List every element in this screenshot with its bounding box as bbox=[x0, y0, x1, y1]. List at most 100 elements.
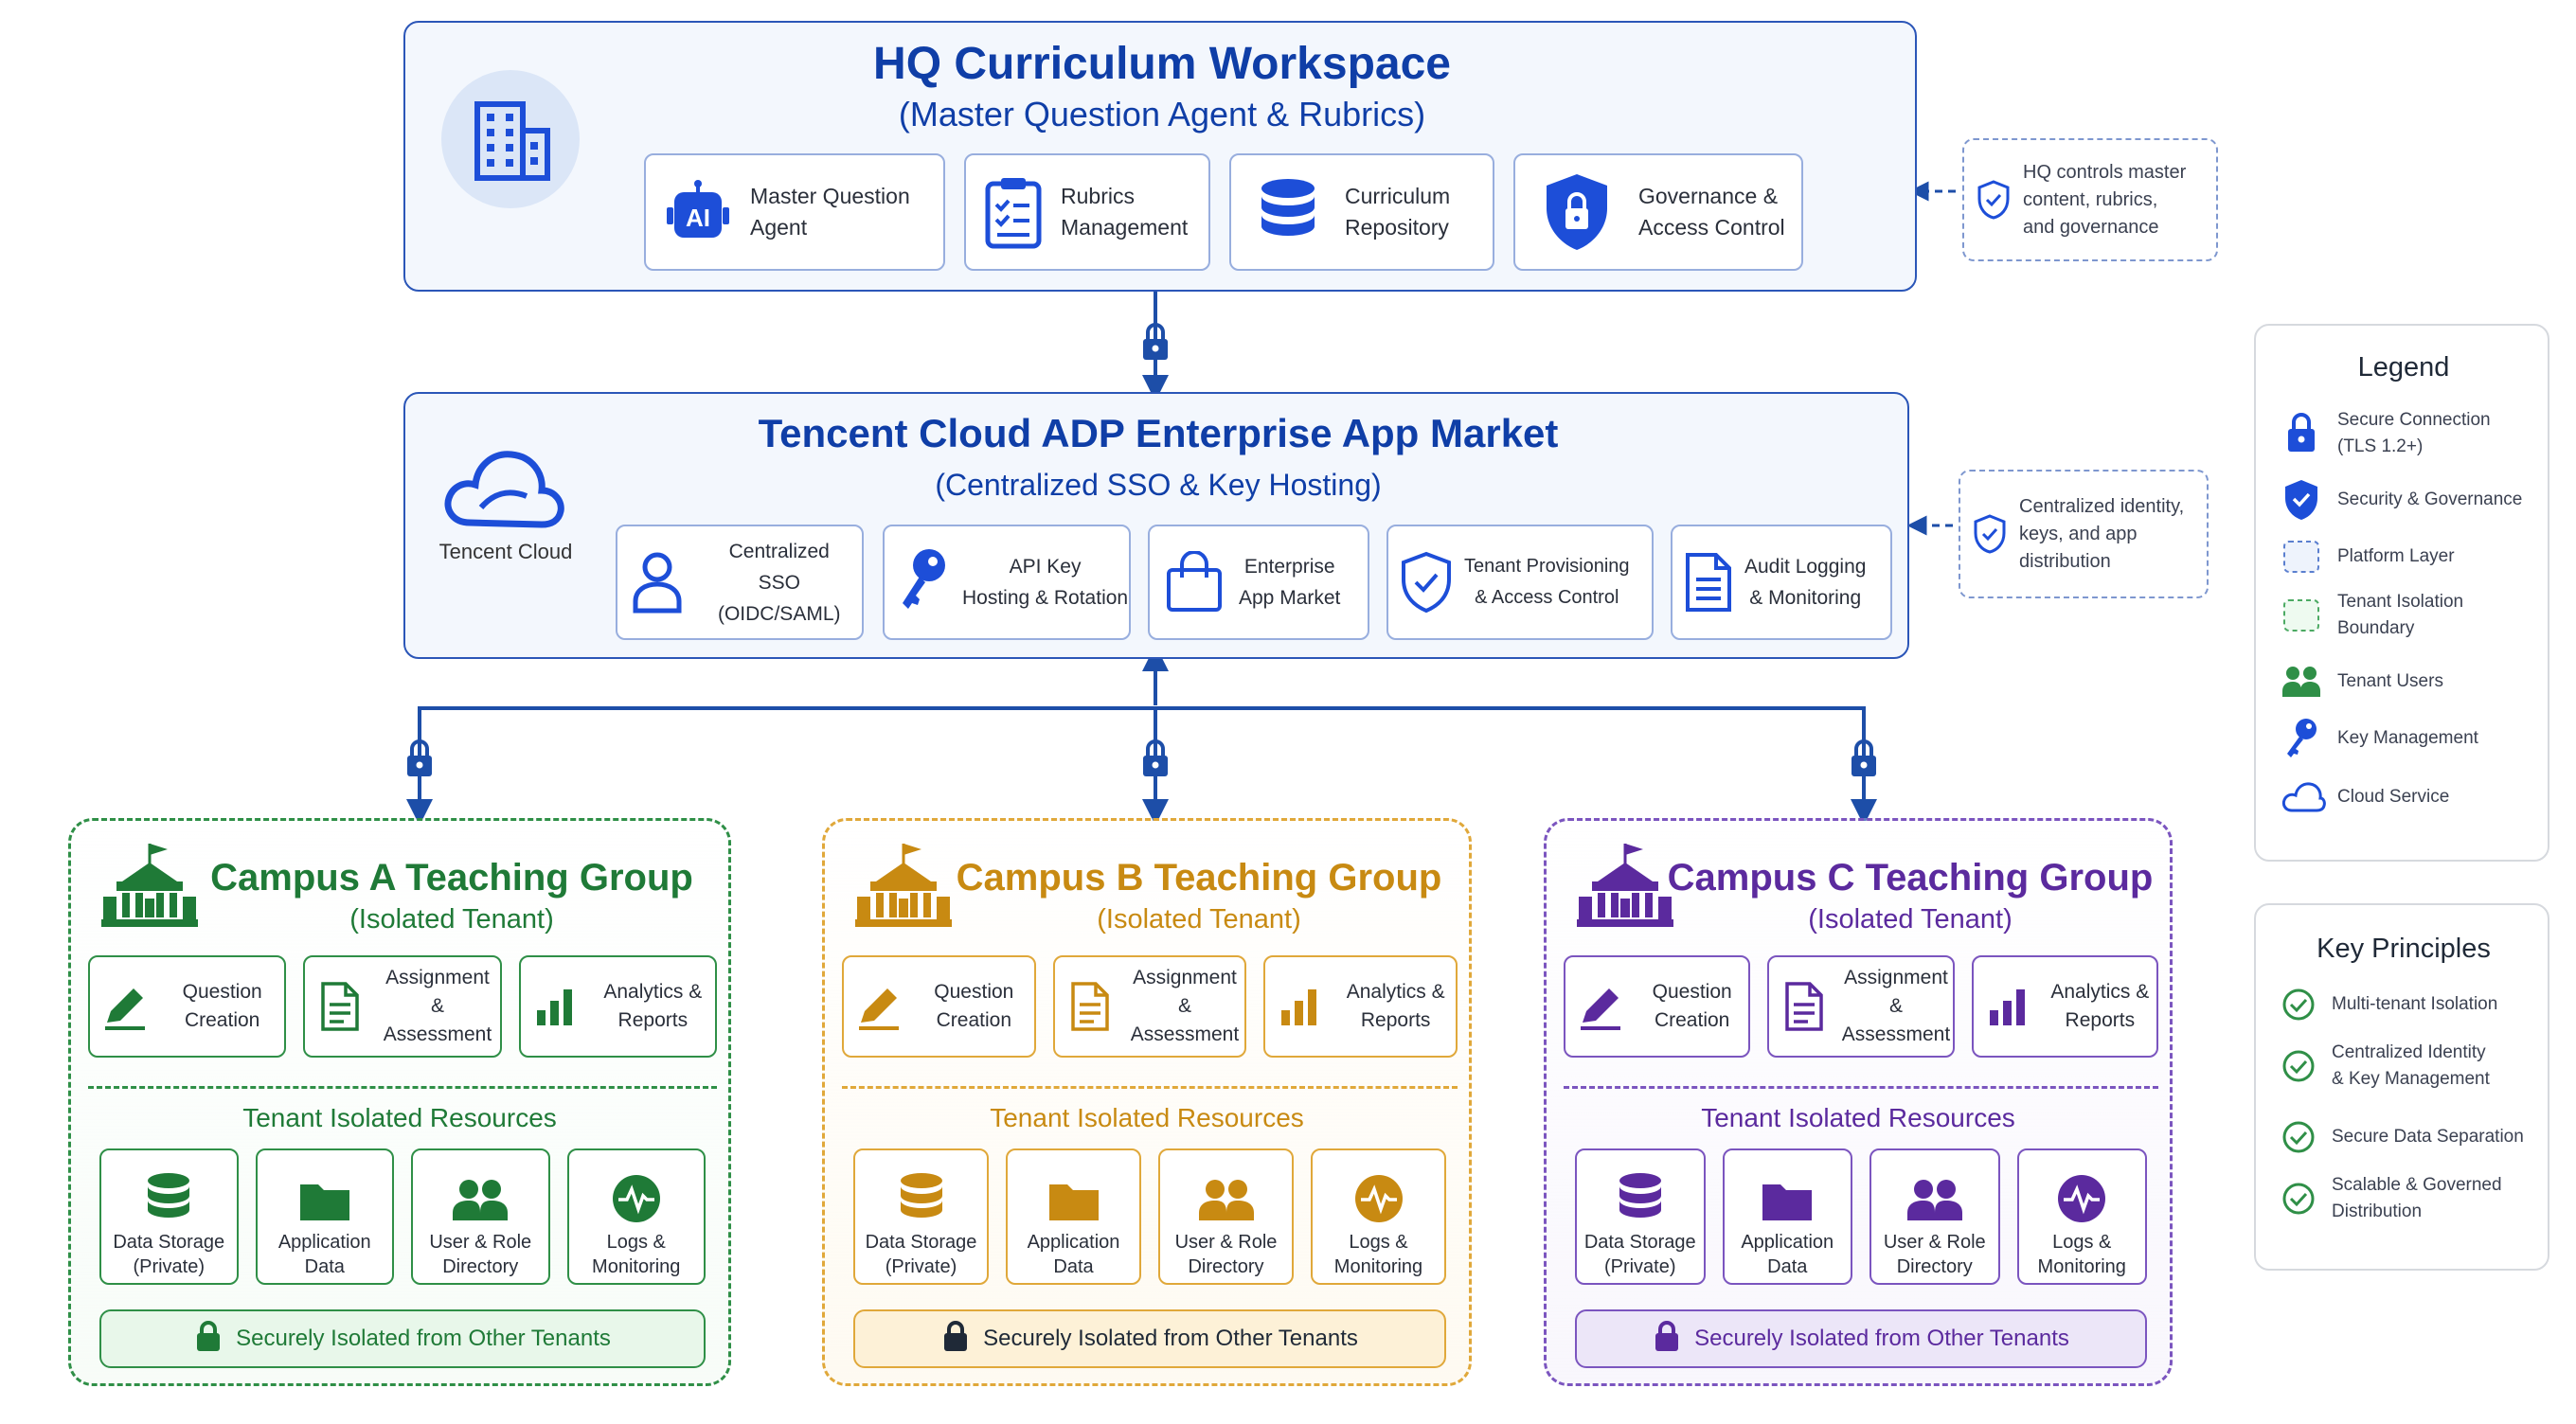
tenant-app-analytics-reports[interactable]: Analytics & Reports bbox=[1263, 955, 1458, 1058]
tenant-app-label: Question Creation bbox=[1652, 981, 1732, 1031]
tencent-cloud-label: Tencent Cloud bbox=[438, 540, 573, 563]
legend-item: Key Management bbox=[2281, 716, 2478, 761]
market-note-text: Centralized identity, keys, and app dist… bbox=[2019, 495, 2185, 572]
tenant-resource-label: Application Data bbox=[1741, 1232, 1834, 1277]
principle-label: Multi-tenant Isolation bbox=[2332, 994, 2498, 1014]
tenant-resource-user-directory[interactable]: User & Role Directory bbox=[411, 1148, 550, 1285]
legend-label: Platform Layer bbox=[2337, 546, 2455, 566]
legend-item: Cloud Service bbox=[2281, 778, 2449, 816]
tenant-resources-title: Tenant Isolated Resources bbox=[1701, 1103, 2015, 1132]
key-principles-panel: Key Principles Multi-tenant Isolation Ce… bbox=[2254, 903, 2549, 1271]
legend-panel: Legend Secure Connection (TLS 1.2+) Secu… bbox=[2254, 324, 2549, 862]
hq-card-label: Curriculum Repository bbox=[1345, 184, 1451, 240]
tenant-resource-logs-monitoring[interactable]: Logs & Monitoring bbox=[566, 1148, 706, 1285]
hq-subtitle: (Master Question Agent & Rubrics) bbox=[898, 95, 1426, 134]
folder-icon bbox=[1046, 1158, 1101, 1224]
market-card-api-key[interactable]: API Key Hosting & Rotation bbox=[883, 525, 1131, 640]
tenant-divider bbox=[88, 1086, 717, 1089]
principle-label: Centralized Identity & Key Management bbox=[2332, 1042, 2490, 1089]
market-card-tenant-provisioning[interactable]: Tenant Provisioning & Access Control bbox=[1386, 525, 1654, 640]
ai-robot-icon: AI bbox=[646, 179, 750, 245]
tenant-resource-logs-monitoring[interactable]: Logs & Monitoring bbox=[2016, 1148, 2147, 1285]
building-icon bbox=[441, 70, 580, 208]
legend-label: Tenant Isolation Boundary bbox=[2337, 592, 2464, 638]
tenant-app-question-creation[interactable]: Question Creation bbox=[842, 955, 1036, 1058]
legend-item: Tenant Users bbox=[2281, 663, 2443, 701]
legend-title: Legend bbox=[2357, 352, 2450, 383]
key-principles-title: Key Principles bbox=[2317, 934, 2491, 964]
tenant-app-label: Analytics & Reports bbox=[1346, 981, 1445, 1031]
padlock-icon bbox=[941, 1320, 970, 1358]
database-icon bbox=[897, 1158, 946, 1224]
legend-label: Security & Governance bbox=[2337, 490, 2523, 509]
market-card-centralized-sso[interactable]: Centralized SSO (OIDC/SAML) bbox=[616, 525, 864, 640]
principle-label: Scalable & Governed Distribution bbox=[2332, 1175, 2502, 1221]
tenant-app-question-creation[interactable]: Question Creation bbox=[88, 955, 287, 1058]
market-card-audit-logging[interactable]: Audit Logging & Monitoring bbox=[1671, 525, 1892, 640]
tenant-resource-label: Application Data bbox=[1027, 1232, 1120, 1277]
green-dashed-box-icon bbox=[2283, 599, 2319, 632]
tenant-resource-label: Data Storage (Private) bbox=[865, 1232, 977, 1277]
market-subtitle: (Centralized SSO & Key Hosting) bbox=[935, 468, 1382, 502]
key-icon bbox=[2287, 719, 2317, 757]
tenant-app-analytics-reports[interactable]: Analytics & Reports bbox=[518, 955, 717, 1058]
note-arrows bbox=[1906, 181, 1956, 536]
tenant-resource-user-directory[interactable]: User & Role Directory bbox=[1869, 1148, 2000, 1285]
hq-card-rubrics-management[interactable]: Rubrics Management bbox=[964, 153, 1210, 271]
tenant-app-question-creation[interactable]: Question Creation bbox=[1564, 955, 1751, 1058]
database-icon bbox=[144, 1158, 193, 1224]
padlock-icon bbox=[194, 1320, 223, 1358]
legend-item: Secure Connection (TLS 1.2+) bbox=[2281, 407, 2491, 460]
shield-check-icon bbox=[1964, 180, 2023, 220]
check-circle-icon bbox=[2282, 1050, 2315, 1082]
tenant-resource-application-data[interactable]: Application Data bbox=[255, 1148, 394, 1285]
tenant-app-label: Question Creation bbox=[934, 981, 1014, 1031]
tencent-market-panel: Tencent Cloud Tencent Cloud ADP Enterpri… bbox=[403, 392, 1909, 659]
check-circle-icon bbox=[2282, 988, 2315, 1021]
tenant-app-label: Analytics & Reports bbox=[2050, 981, 2150, 1031]
tenant-app-assignment-assessment[interactable]: Assignment & Assessment bbox=[1052, 955, 1247, 1058]
tenant-resource-label: Data Storage (Private) bbox=[1583, 1232, 1696, 1277]
tenant-resource-application-data[interactable]: Application Data bbox=[1006, 1148, 1141, 1285]
hq-market-connector bbox=[1141, 292, 1170, 401]
tenant-isolation-bar: Securely Isolated from Other Tenants bbox=[853, 1309, 1446, 1368]
tenant-resource-logs-monitoring[interactable]: Logs & Monitoring bbox=[1311, 1148, 1446, 1285]
activity-icon bbox=[1353, 1158, 1404, 1224]
tenant-resource-application-data[interactable]: Application Data bbox=[1722, 1148, 1852, 1285]
hq-workspace-panel: HQ Curriculum Workspace (Master Question… bbox=[403, 21, 1917, 292]
tenant-app-label: Analytics & Reports bbox=[603, 981, 703, 1031]
tenant-title: Campus C Teaching Group bbox=[1667, 857, 2154, 899]
tenant-resource-data-storage[interactable]: Data Storage (Private) bbox=[99, 1148, 239, 1285]
padlock-icon bbox=[2288, 413, 2315, 452]
legend-label: Key Management bbox=[2337, 728, 2478, 748]
market-card-label: API Key Hosting & Rotation bbox=[962, 556, 1129, 609]
shield-check-icon bbox=[1388, 551, 1464, 614]
tenant-resource-data-storage[interactable]: Data Storage (Private) bbox=[853, 1148, 989, 1285]
tenant-app-assignment-assessment[interactable]: Assignment & Assessment bbox=[1767, 955, 1955, 1058]
hq-card-governance-access-control[interactable]: Governance & Access Control bbox=[1513, 153, 1803, 271]
shopping-bag-icon bbox=[1150, 551, 1239, 614]
market-card-enterprise-app-market[interactable]: Enterprise App Market bbox=[1148, 525, 1369, 640]
tenant-resource-data-storage[interactable]: Data Storage (Private) bbox=[1575, 1148, 1706, 1285]
padlock-icon bbox=[1653, 1320, 1681, 1358]
check-circle-icon bbox=[2282, 1121, 2315, 1153]
tenant-divider bbox=[842, 1086, 1458, 1089]
hq-note-text: HQ controls master content, rubrics, and… bbox=[2023, 161, 2187, 238]
tenant-resource-user-directory[interactable]: User & Role Directory bbox=[1158, 1148, 1294, 1285]
principle-item: Secure Data Separation bbox=[2281, 1119, 2524, 1155]
tenant-resource-label: Data Storage (Private) bbox=[113, 1232, 225, 1277]
clipboard-checklist-icon bbox=[966, 174, 1061, 250]
tenant-app-assignment-assessment[interactable]: Assignment & Assessment bbox=[303, 955, 502, 1058]
hq-card-curriculum-repository[interactable]: Curriculum Repository bbox=[1229, 153, 1494, 271]
tenant-app-label: Assignment & Assessment bbox=[1130, 967, 1240, 1045]
check-circle-icon bbox=[2282, 1183, 2315, 1215]
tenant-resources-title: Tenant Isolated Resources bbox=[242, 1103, 557, 1132]
hq-card-master-question-agent[interactable]: AI Master Question Agent bbox=[644, 153, 945, 271]
tenant-resource-label: Logs & Monitoring bbox=[1333, 1232, 1423, 1277]
tenant-app-analytics-reports[interactable]: Analytics & Reports bbox=[1971, 955, 2158, 1058]
shield-lock-icon bbox=[1515, 172, 1638, 252]
tenant-resources-title: Tenant Isolated Resources bbox=[990, 1103, 1304, 1132]
legend-label: Secure Connection (TLS 1.2+) bbox=[2337, 410, 2491, 456]
tenant-panel-b: Campus B Teaching Group (Isolated Tenant… bbox=[822, 818, 1472, 1386]
tenant-panel-a: Campus A Teaching Group (Isolated Tenant… bbox=[68, 818, 731, 1386]
